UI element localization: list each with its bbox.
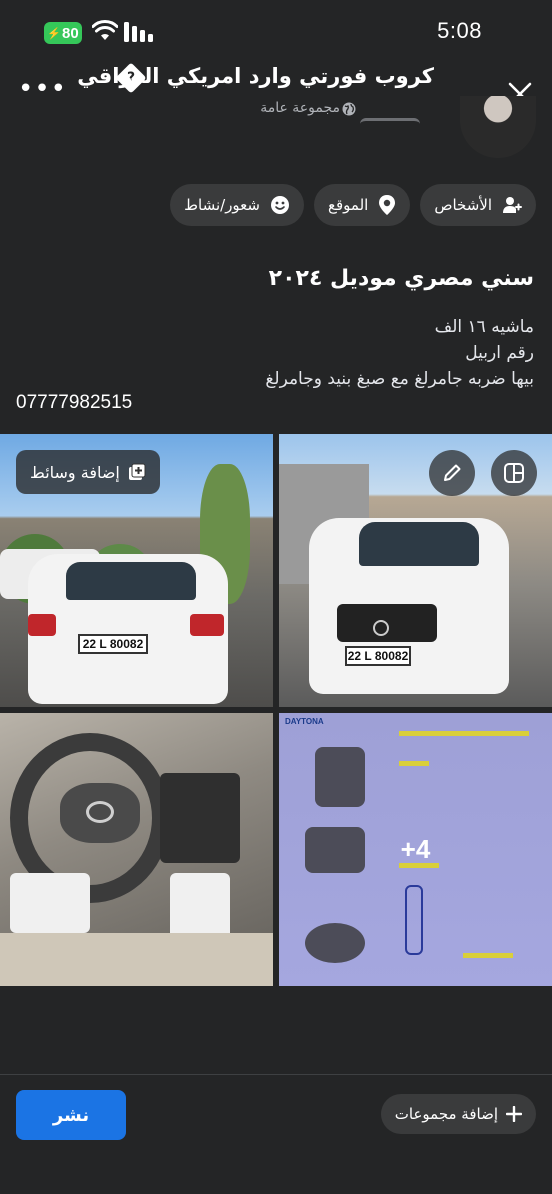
post-body[interactable]: ماشيه ١٦ الف رقم اربيل بيها ضربه جامرلغ …	[265, 314, 534, 392]
people-icon	[503, 197, 522, 213]
post-phone-number[interactable]: 07777982515	[16, 392, 132, 414]
edit-photo-button[interactable]	[429, 450, 475, 496]
layout-button[interactable]	[491, 450, 537, 496]
photo-parts-document[interactable]: DAYTONA +4	[279, 713, 552, 986]
globe-icon	[342, 102, 356, 116]
chip-people-label: الأشخاص	[434, 196, 492, 214]
group-title: كروب فورتي وارد امريكي العراقي	[77, 64, 434, 88]
more-options-button[interactable]: •••	[18, 76, 67, 102]
post-attribute-chips: الأشخاص الموقع شعور/نشاط	[170, 184, 536, 226]
battery-level: 80	[62, 24, 79, 42]
wifi-icon	[92, 20, 118, 40]
author-name-fragment	[360, 118, 420, 130]
battery-indicator: ⚡ 80	[44, 22, 82, 44]
layout-grid-icon	[504, 463, 524, 483]
chip-location[interactable]: الموقع	[314, 184, 411, 226]
add-media-button[interactable]: إضافة وسائط	[16, 450, 160, 494]
plus-icon	[506, 1106, 522, 1122]
clock: 5:08	[437, 18, 482, 43]
photo-car-interior[interactable]	[0, 713, 273, 986]
add-media-label: إضافة وسائط	[30, 462, 120, 482]
more-photos-count[interactable]: +4	[279, 713, 552, 986]
photo-car-front[interactable]: 22 L 80082	[279, 434, 552, 707]
avatar	[460, 96, 536, 158]
smiley-icon	[271, 196, 289, 214]
post-line: ماشيه ١٦ الف	[434, 317, 534, 337]
charging-icon: ⚡	[47, 27, 61, 40]
chip-location-label: الموقع	[328, 196, 369, 214]
post-button[interactable]: نشر	[16, 1090, 126, 1140]
license-plate: 22 L 80082	[78, 634, 148, 654]
chip-feeling-label: شعور/نشاط	[184, 196, 260, 214]
chip-feeling[interactable]: شعور/نشاط	[170, 184, 304, 226]
add-groups-button[interactable]: إضافة مجموعات	[380, 1094, 536, 1134]
add-groups-label: إضافة مجموعات	[394, 1105, 498, 1123]
group-privacy-label: مجموعة عامة	[260, 100, 340, 116]
photo-car-rear[interactable]: 22 L 80082 إضافة وسائط	[0, 434, 273, 707]
chip-people[interactable]: الأشخاص	[420, 184, 536, 226]
license-plate: 22 L 80082	[345, 646, 411, 666]
media-grid: 22 L 80082 إضافة وسائط 22 L 80082 DAYTON…	[0, 434, 552, 986]
post-title[interactable]: سني مصري موديل ٢٠٢٤	[269, 266, 534, 291]
add-photo-icon	[128, 463, 146, 480]
post-line: رقم اربيل	[465, 343, 534, 363]
footer-divider	[0, 1074, 552, 1075]
location-pin-icon	[379, 195, 396, 215]
post-line: بيها ضربه جامرلغ مع صبغ بنيد وجامرلغ	[265, 369, 534, 389]
pencil-icon	[444, 464, 461, 481]
cellular-signal-icon	[124, 22, 153, 42]
status-bar: ⚡ 80 5:08	[0, 0, 552, 66]
